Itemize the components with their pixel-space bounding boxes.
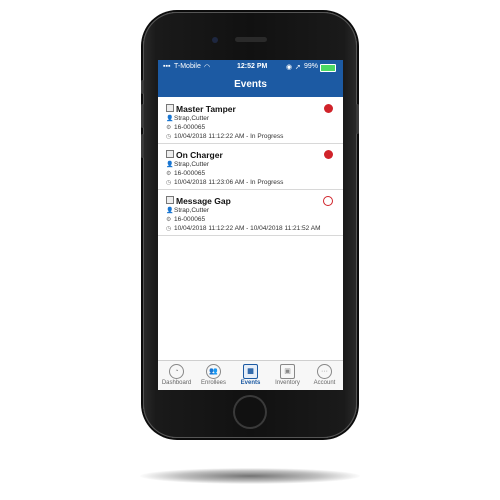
front-camera [212, 37, 218, 43]
event-device: ⚙ 16-000065 [166, 216, 206, 223]
battery-percent: 99% [304, 63, 319, 70]
tab-account[interactable]: ··· Account [306, 361, 343, 390]
tab-events[interactable]: ▦ Events [232, 361, 269, 390]
event-type: 👤Strap,Cutter [166, 115, 210, 122]
event-time: ◷ 10/04/2018 11:12:22 AM - 10/04/2018 11:… [166, 225, 321, 232]
event-title: Master Tamper [166, 104, 236, 114]
phone-shadow [140, 468, 360, 484]
clock-icon: ◷ [166, 180, 172, 186]
box-icon: ▣ [280, 364, 295, 379]
calendar-icon: ▦ [243, 364, 258, 379]
device-icon: ⚙ [166, 125, 172, 131]
location-icon: ➚ [295, 64, 301, 71]
status-bar: ▪▪▪ T-Mobile ◠ 12:52 PM ◉ ➚ 99% [158, 60, 343, 75]
volume-down-button [141, 134, 144, 158]
event-type-icon [166, 196, 174, 204]
status-indicator-open [324, 104, 333, 113]
tab-dashboard[interactable]: ◔ Dashboard [158, 361, 195, 390]
tab-enrollees[interactable]: 👥 Enrollees [195, 361, 232, 390]
clock: 12:52 PM [237, 63, 268, 70]
event-row[interactable]: Master Tamper 👤Strap,Cutter ⚙ 16-000065 ◷… [158, 98, 343, 144]
person-icon: 👤 [166, 162, 174, 168]
event-title: On Charger [166, 150, 223, 160]
event-list: Master Tamper 👤Strap,Cutter ⚙ 16-000065 ◷… [158, 98, 343, 236]
gauge-icon: ◔ [169, 364, 184, 379]
home-button[interactable] [235, 397, 265, 427]
person-icon: 👤 [166, 208, 174, 214]
event-row[interactable]: On Charger 👤Strap,Cutter ⚙ 16-000065 ◷ 10/… [158, 144, 343, 190]
people-icon: 👥 [206, 364, 221, 379]
event-time: ◷ 10/04/2018 11:23:06 AM - In Progress [166, 179, 284, 186]
signal-icon: ▪▪▪ [163, 63, 171, 70]
event-title: Message Gap [166, 196, 231, 206]
event-row[interactable]: Message Gap 👤Strap,Cutter ⚙ 16-000065 ◷ 10… [158, 190, 343, 236]
event-type-icon [166, 104, 174, 112]
earpiece-speaker [235, 37, 267, 42]
event-device: ⚙ 16-000065 [166, 124, 206, 131]
event-type-icon [166, 150, 174, 158]
event-type: 👤Strap,Cutter [166, 161, 210, 168]
tab-bar: ◔ Dashboard 👥 Enrollees ▦ Events ▣ Inven… [158, 360, 343, 390]
lock-rotation-icon: ◉ [286, 64, 293, 71]
page-title: Events [158, 75, 343, 97]
tab-inventory[interactable]: ▣ Inventory [269, 361, 306, 390]
power-button [356, 104, 359, 134]
event-type: 👤Strap,Cutter [166, 207, 210, 214]
event-time: ◷ 10/04/2018 11:12:22 AM - In Progress [166, 133, 284, 140]
event-device: ⚙ 16-000065 [166, 170, 206, 177]
status-indicator-closed [323, 196, 333, 206]
mute-switch [141, 80, 144, 94]
carrier-name: T-Mobile [174, 63, 201, 70]
clock-icon: ◷ [166, 134, 172, 140]
battery-icon [320, 64, 336, 72]
device-icon: ⚙ [166, 217, 172, 223]
clock-icon: ◷ [166, 226, 172, 232]
wifi-icon: ◠ [204, 64, 211, 71]
status-indicator-open [324, 150, 333, 159]
app-screen: ▪▪▪ T-Mobile ◠ 12:52 PM ◉ ➚ 99% Events M… [158, 60, 343, 390]
more-icon: ··· [317, 364, 332, 379]
device-icon: ⚙ [166, 171, 172, 177]
person-icon: 👤 [166, 116, 174, 122]
volume-up-button [141, 104, 144, 128]
